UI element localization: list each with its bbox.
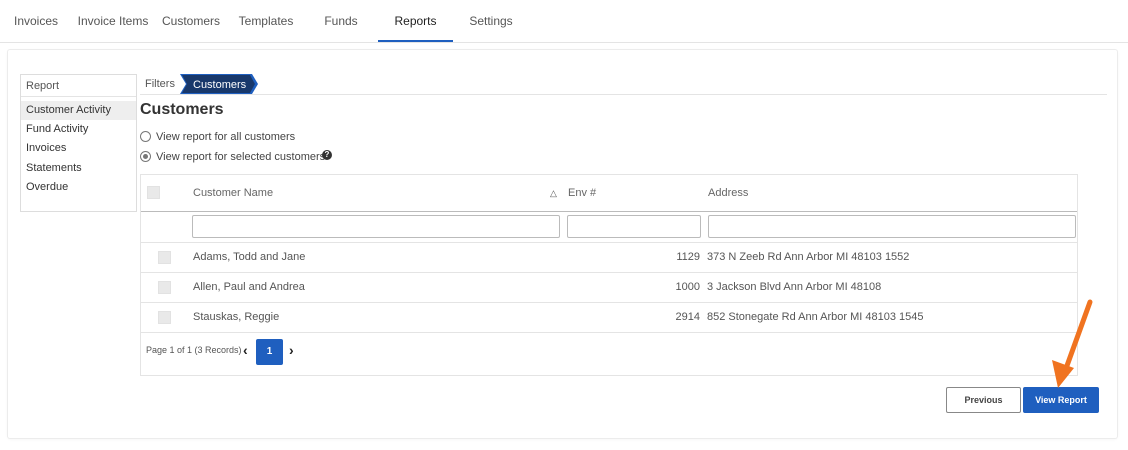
table-row[interactable]: Adams, Todd and Jane 1129 373 N Zeeb Rd …	[141, 242, 1077, 273]
report-list-header: Report	[21, 75, 136, 97]
customer-address: 373 N Zeeb Rd Ann Arbor MI 48103 1552	[707, 251, 910, 263]
breadcrumb-customers-label: Customers	[193, 79, 247, 91]
filter-row	[141, 212, 1077, 243]
report-item-statements[interactable]: Statements	[21, 159, 136, 178]
customers-table: Customer Name △ Env # Address Adams, Tod…	[140, 174, 1078, 376]
address-filter-input[interactable]	[708, 215, 1076, 238]
tab-templates[interactable]: Templates	[231, 0, 301, 42]
env-number: 1000	[675, 281, 700, 293]
tab-settings[interactable]: Settings	[460, 0, 522, 42]
option-selected-customers-label: View report for selected customers	[156, 151, 326, 163]
sort-ascending-icon[interactable]: △	[550, 188, 557, 199]
customer-name: Stauskas, Reggie	[193, 311, 280, 323]
table-row[interactable]: Allen, Paul and Andrea 1000 3 Jackson Bl…	[141, 272, 1077, 303]
breadcrumb-filters[interactable]: Filters	[145, 74, 175, 94]
option-selected-customers[interactable]: View report for selected customers ?	[140, 149, 335, 165]
env-number: 2914	[675, 311, 700, 323]
report-item-fund-activity[interactable]: Fund Activity	[21, 120, 136, 139]
annotation-arrow-icon	[1052, 299, 1093, 388]
customer-address: 3 Jackson Blvd Ann Arbor MI 48108	[707, 281, 882, 293]
report-item-invoices[interactable]: Invoices	[21, 139, 136, 158]
customer-address: 852 Stonegate Rd Ann Arbor MI 48103 1545	[707, 311, 924, 323]
breadcrumb: Filters Customers	[140, 74, 1107, 95]
top-navigation: Invoices Invoice Items Customers Templat…	[0, 0, 1128, 43]
table-row[interactable]: Stauskas, Reggie 2914 852 Stonegate Rd A…	[141, 302, 1077, 333]
tab-invoices[interactable]: Invoices	[8, 0, 64, 42]
tab-invoice-items[interactable]: Invoice Items	[74, 0, 152, 42]
customer-name: Allen, Paul and Andrea	[193, 281, 305, 293]
chevron-right-icon[interactable]: ›	[289, 342, 294, 358]
select-all-checkbox[interactable]	[147, 186, 160, 199]
column-header-env[interactable]: Env #	[568, 175, 596, 211]
radio-selected-customers[interactable]	[140, 151, 151, 162]
section-title: Customers	[140, 101, 224, 118]
breadcrumb-customers[interactable]: Customers	[180, 74, 260, 94]
help-icon[interactable]: ?	[322, 150, 332, 160]
option-all-customers[interactable]: View report for all customers	[140, 129, 300, 145]
column-header-address[interactable]: Address	[708, 175, 748, 211]
column-header-customer-name[interactable]: Customer Name	[193, 175, 273, 211]
option-all-customers-label: View report for all customers	[156, 131, 296, 143]
customer-name-filter-input[interactable]	[192, 215, 560, 238]
row-checkbox[interactable]	[158, 251, 171, 264]
tab-funds[interactable]: Funds	[310, 0, 372, 42]
env-filter-input[interactable]	[567, 215, 701, 238]
customer-name: Adams, Todd and Jane	[193, 251, 306, 263]
row-checkbox[interactable]	[158, 311, 171, 324]
report-list: Report Customer Activity Fund Activity I…	[20, 74, 137, 212]
pager-summary: Page 1 of 1 (3 Records)	[146, 345, 242, 355]
radio-all-customers[interactable]	[140, 131, 151, 142]
previous-button[interactable]: Previous	[946, 387, 1021, 413]
view-report-button[interactable]: View Report	[1023, 387, 1099, 413]
tab-customers[interactable]: Customers	[157, 0, 225, 42]
table-header: Customer Name △ Env # Address	[141, 175, 1077, 212]
report-item-overdue[interactable]: Overdue	[21, 178, 136, 197]
report-item-customer-activity[interactable]: Customer Activity	[21, 101, 136, 120]
row-checkbox[interactable]	[158, 281, 171, 294]
env-number: 1129	[676, 251, 700, 263]
page-button-current[interactable]: 1	[256, 339, 283, 365]
tab-reports[interactable]: Reports	[378, 0, 453, 42]
chevron-left-icon[interactable]: ‹	[243, 342, 248, 358]
